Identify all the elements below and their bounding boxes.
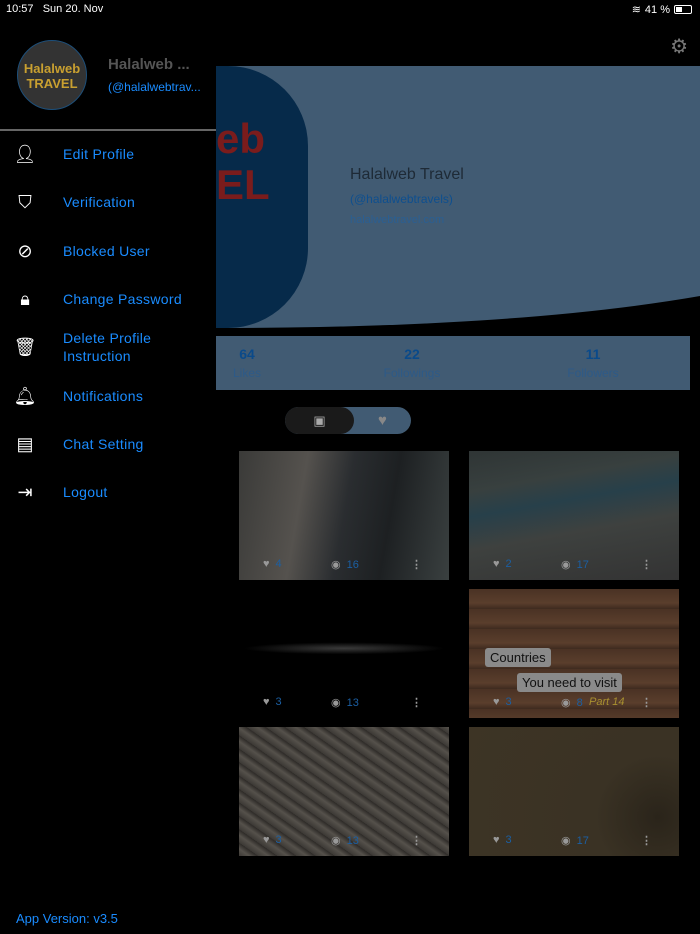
battery-percent: 41 % (644, 3, 670, 16)
more-options-icon[interactable]: ⋮ (641, 696, 652, 709)
stat-followings[interactable]: 22 Followings (376, 346, 448, 380)
menu-item-change-password[interactable]: 🔒︎ Change Password (0, 279, 216, 319)
video-card[interactable]: ♥ 3 ◉ 17 ⋮ (469, 727, 679, 856)
menu-item-verification[interactable]: ⛉ Verification (0, 182, 216, 222)
more-options-icon[interactable]: ⋮ (411, 696, 422, 709)
chat-icon: ▤ (16, 433, 34, 454)
stat-followers[interactable]: 11 Followers (556, 346, 630, 380)
lock-icon: 🔒︎ (20, 288, 30, 309)
settings-gear-icon[interactable]: ⚙ (670, 34, 688, 59)
person-icon: 👤︎ (13, 143, 37, 164)
profile-name: Halalweb Travel (350, 166, 464, 183)
video-card[interactable]: ♥ 2 ◉ 17 ⋮ (469, 451, 679, 580)
delete-icon: 🗑︎ (13, 336, 37, 357)
tab-videos[interactable]: ▣ (285, 407, 354, 434)
app-version: App Version: v3.5 (16, 911, 118, 926)
more-options-icon[interactable]: ⋮ (641, 834, 652, 847)
more-options-icon[interactable]: ⋮ (411, 834, 422, 847)
battery-icon (674, 5, 692, 14)
more-options-icon[interactable]: ⋮ (641, 558, 652, 571)
block-icon: ⊘ (17, 240, 33, 261)
profile-handle: (@halalwebtravels) (350, 192, 453, 206)
more-options-icon[interactable]: ⋮ (411, 558, 422, 571)
side-drawer: Halalweb TRAVEL Halalweb ... (@halalwebt… (0, 20, 216, 934)
menu-item-chat-setting[interactable]: ▤ Chat Setting (0, 424, 216, 464)
profile-website-link[interactable]: halalwebtravel.com (350, 214, 444, 226)
video-card[interactable]: ♥ 3 ◉ 13 ⋮ (239, 727, 449, 856)
avatar[interactable]: Halalweb TRAVEL (17, 40, 87, 110)
video-card[interactable]: ♥ 3 ◉ 13 ⋮ (239, 589, 449, 718)
divider (0, 129, 216, 131)
content-tab-toggle: ▣ ♥ (285, 407, 411, 434)
drawer-user-handle: (@halalwebtrav... (108, 80, 201, 94)
status-bar: 10:57 Sun 20. Nov ≋ 41 % (0, 0, 700, 20)
video-stack-icon: ▣ (313, 413, 326, 428)
tab-liked[interactable]: ♥ (354, 407, 411, 434)
wifi-icon: ≋ (631, 4, 641, 16)
stat-likes[interactable]: 64 Likes (228, 346, 266, 380)
shield-check-icon: ⛉ (18, 191, 32, 212)
profile-header: eb EL Halalweb Travel (@halalwebtravels)… (216, 66, 700, 328)
video-card[interactable]: Countries You need to visit ♥ 3 ◉ 8 Part 14 ⋮ (469, 589, 679, 718)
drawer-user-name: Halalweb ... (108, 56, 190, 73)
menu-item-delete-profile[interactable]: 🗑︎ Delete Profile Instruction (0, 327, 216, 367)
stats-bar: 64 Likes 22 Followings 11 Followers (216, 336, 690, 390)
status-time: 10:57 Sun 20. Nov (6, 3, 104, 15)
menu-item-blocked-user[interactable]: ⊘ Blocked User (0, 231, 216, 271)
heart-icon: ♥ (378, 412, 387, 429)
menu-item-notifications[interactable]: 🔔︎ Notifications (0, 376, 216, 416)
menu-item-logout[interactable]: ⇥ Logout (0, 472, 216, 512)
profile-logo: eb EL (216, 66, 308, 328)
bell-icon: 🔔︎ (13, 385, 37, 406)
menu-item-edit-profile[interactable]: 👤︎ Edit Profile (0, 134, 216, 174)
video-card[interactable]: ♥ 4 ◉ 16 ⋮ (239, 451, 449, 580)
logout-icon: ⇥ (17, 481, 33, 502)
